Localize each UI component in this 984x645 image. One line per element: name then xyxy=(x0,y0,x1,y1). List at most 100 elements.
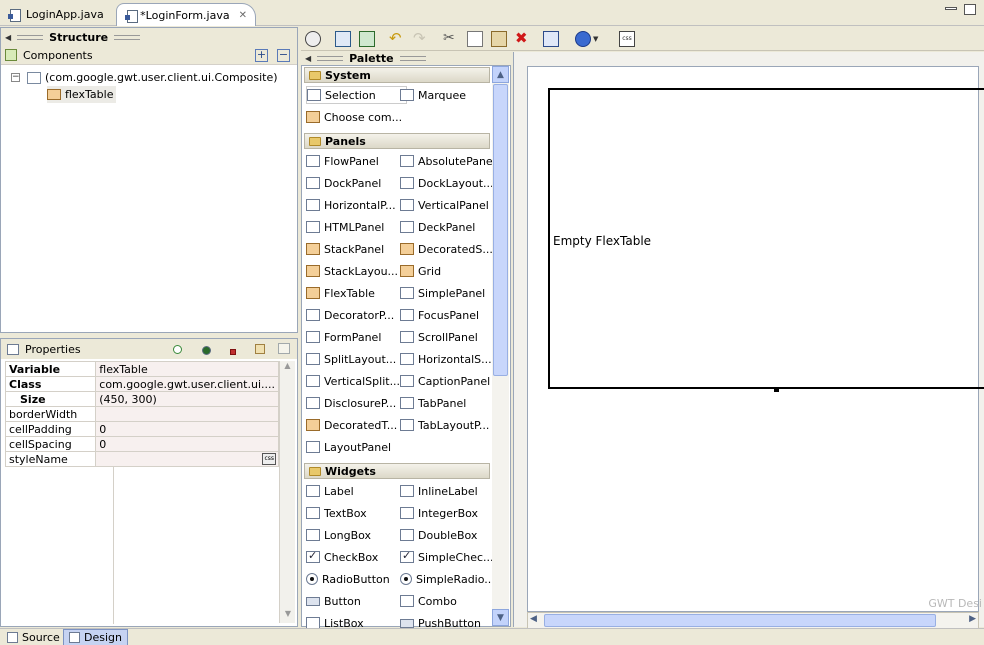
palette-item-disclosurep[interactable]: DisclosureP... xyxy=(306,394,396,412)
canvas-scroll-thumb[interactable] xyxy=(544,614,936,627)
palette-item-longbox[interactable]: LongBox xyxy=(306,526,371,544)
palette-item-flowpanel[interactable]: FlowPanel xyxy=(306,152,379,170)
delete-icon[interactable]: ✖ xyxy=(515,31,531,47)
tab-loginform-java[interactable]: *LoginForm.java ✕ xyxy=(116,3,256,26)
design-canvas[interactable]: Empty FlexTable GWT Desi xyxy=(527,66,984,612)
palette-category-system[interactable]: System xyxy=(304,67,490,83)
properties-scrollbar[interactable]: ▲ ▼ xyxy=(279,361,295,623)
collapse-left-icon[interactable]: ◀ xyxy=(5,33,11,42)
palette-item-label[interactable]: Label xyxy=(306,482,354,500)
property-row[interactable]: Variable flexTable xyxy=(4,361,279,377)
palette-item-dockpanel[interactable]: DockPanel xyxy=(306,174,381,192)
palette-item-focuspanel[interactable]: FocusPanel xyxy=(400,306,479,324)
palette-item-decoratedt[interactable]: DecoratedT... xyxy=(306,416,397,434)
palette-item-verticalsplit[interactable]: VerticalSplit... xyxy=(306,372,400,390)
expand-all-icon[interactable]: + xyxy=(255,49,268,62)
css-button-icon[interactable]: css xyxy=(262,453,276,465)
tab-source[interactable]: Source xyxy=(2,629,65,645)
palette-item-radiobutton[interactable]: RadioButton xyxy=(306,570,390,588)
palette-item-stackpanel[interactable]: StackPanel xyxy=(306,240,384,258)
refresh-icon[interactable] xyxy=(335,31,351,47)
palette-item-doublebox[interactable]: DoubleBox xyxy=(400,526,477,544)
scroll-down-icon[interactable]: ▼ xyxy=(280,609,296,623)
palette-item-decorateds[interactable]: DecoratedS... xyxy=(400,240,493,258)
tab-design[interactable]: Design xyxy=(63,629,128,645)
palette-item-inlinelabel[interactable]: InlineLabel xyxy=(400,482,478,500)
property-row[interactable]: cellSpacing 0 xyxy=(4,436,279,452)
copy-icon[interactable] xyxy=(467,31,483,47)
minimize-icon[interactable] xyxy=(945,7,957,10)
palette-item-splitlayout[interactable]: SplitLayout... xyxy=(306,350,396,368)
dropdown-arrow-icon[interactable]: ▼ xyxy=(593,31,609,47)
palette-item-decoratorp[interactable]: DecoratorP... xyxy=(306,306,394,324)
scroll-up-icon[interactable]: ▲ xyxy=(280,361,295,375)
palette-scrollbar[interactable]: ▲ ▼ xyxy=(492,66,509,626)
palette-item-simplechec[interactable]: SimpleChec... xyxy=(400,548,494,566)
palette-category-panels[interactable]: Panels xyxy=(304,133,490,149)
palette-item-htmlpanel[interactable]: HTMLPanel xyxy=(306,218,384,236)
property-value[interactable]: flexTable xyxy=(95,361,279,377)
property-row[interactable]: Size (450, 300) xyxy=(4,391,279,407)
scroll-left-icon[interactable]: ◀ xyxy=(530,614,537,624)
palette-item-combo[interactable]: Combo xyxy=(400,592,457,610)
palette-item-grid[interactable]: Grid xyxy=(400,262,441,280)
palette-item-textbox[interactable]: TextBox xyxy=(306,504,367,522)
maximize-icon[interactable] xyxy=(964,4,976,15)
property-value[interactable] xyxy=(95,406,279,422)
property-value[interactable]: com.google.gwt.user.client.ui.... xyxy=(95,376,279,392)
convert-local-icon[interactable] xyxy=(222,341,238,357)
palette-item-marquee[interactable]: Marquee xyxy=(400,86,466,104)
palette-item-scrollpanel[interactable]: ScrollPanel xyxy=(400,328,478,346)
tab-order-icon[interactable] xyxy=(543,31,559,47)
properties-extra-icon[interactable] xyxy=(276,341,292,357)
cut-icon[interactable]: ✂ xyxy=(443,31,459,47)
undo-icon[interactable]: ↶ xyxy=(389,31,405,47)
tree-collapse-icon[interactable]: − xyxy=(11,73,20,82)
property-row[interactable]: Class com.google.gwt.user.client.ui.... xyxy=(4,376,279,392)
redo-icon[interactable]: ↷ xyxy=(413,31,429,47)
palette-item-simpleradio[interactable]: SimpleRadio... xyxy=(400,570,495,588)
locale-globe-icon[interactable] xyxy=(575,31,591,47)
palette-item-integerbox[interactable]: IntegerBox xyxy=(400,504,478,522)
palette-item-tabpanel[interactable]: TabPanel xyxy=(400,394,466,412)
property-value[interactable]: 0 xyxy=(95,421,279,437)
palette-item-stacklayou[interactable]: StackLayou... xyxy=(306,262,398,280)
property-value[interactable]: (450, 300) xyxy=(95,391,279,407)
property-row[interactable]: borderWidth xyxy=(4,406,279,422)
resize-handle[interactable] xyxy=(774,387,779,392)
property-value[interactable]: 0 xyxy=(95,436,279,452)
property-row[interactable]: cellPadding 0 xyxy=(4,421,279,437)
palette-item-tablayoutp[interactable]: TabLayoutP... xyxy=(400,416,489,434)
scroll-down-icon[interactable]: ▼ xyxy=(492,609,509,626)
property-row[interactable]: styleName css xyxy=(4,451,279,467)
palette-item-verticalpanel[interactable]: VerticalPanel xyxy=(400,196,489,214)
show-events-icon[interactable] xyxy=(169,341,185,357)
palette-item-simplepanel[interactable]: SimplePanel xyxy=(400,284,485,302)
tree-item-flextable[interactable]: flexTable xyxy=(47,86,117,103)
tab-loginapp-java[interactable]: LoginApp.java xyxy=(0,3,112,26)
palette-item-checkbox[interactable]: CheckBox xyxy=(306,548,378,566)
canvas-horizontal-scrollbar[interactable]: ◀ ▶ xyxy=(527,612,979,629)
test-gui-icon[interactable] xyxy=(305,31,321,47)
scroll-right-icon[interactable]: ▶ xyxy=(969,614,976,624)
palette-category-widgets[interactable]: Widgets xyxy=(304,463,490,479)
palette-item-docklayout[interactable]: DockLayout... xyxy=(400,174,494,192)
palette-item-layoutpanel[interactable]: LayoutPanel xyxy=(306,438,391,456)
palette-item-choose-com[interactable]: Choose com... xyxy=(306,108,402,126)
close-tab-icon[interactable]: ✕ xyxy=(239,10,247,21)
properties-menu-icon[interactable] xyxy=(252,341,268,357)
palette-item-formpanel[interactable]: FormPanel xyxy=(306,328,381,346)
palette-item-horizontalp[interactable]: HorizontalP... xyxy=(306,196,396,214)
paste-icon[interactable] xyxy=(491,31,507,47)
palette-item-selection[interactable]: Selection xyxy=(306,86,407,104)
tree-item-composite[interactable]: − (com.google.gwt.user.client.ui.Composi… xyxy=(11,69,278,86)
collapse-all-icon[interactable]: − xyxy=(277,49,290,62)
palette-item-flextable[interactable]: FlexTable xyxy=(306,284,375,302)
palette-item-absolutepanel[interactable]: AbsolutePanel xyxy=(400,152,496,170)
css-editor-icon[interactable]: css xyxy=(619,31,635,47)
collapse-palette-icon[interactable]: ◀ xyxy=(305,54,311,63)
palette-item-captionpanel[interactable]: CaptionPanel xyxy=(400,372,490,390)
palette-item-deckpanel[interactable]: DeckPanel xyxy=(400,218,475,236)
scroll-up-icon[interactable]: ▲ xyxy=(492,66,509,83)
property-value[interactable]: css xyxy=(95,451,279,467)
